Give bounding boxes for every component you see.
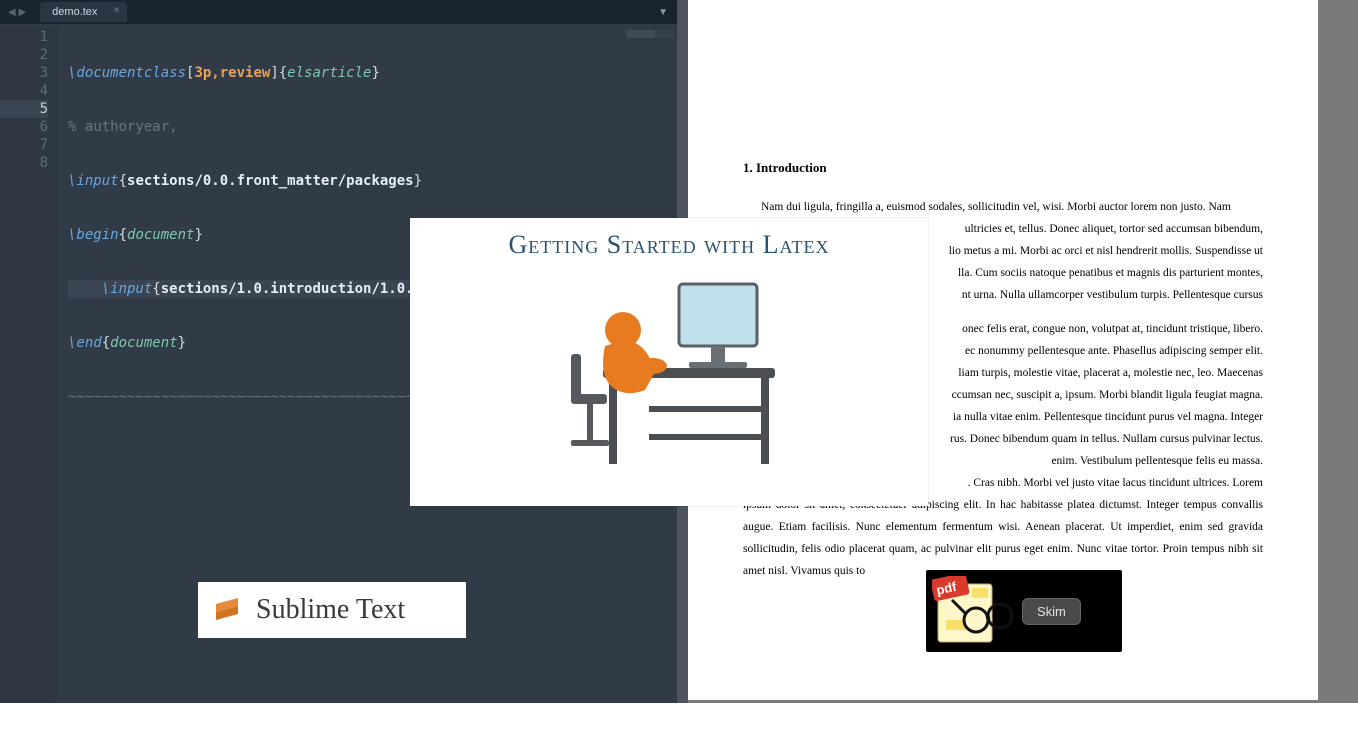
line-number-gutter: 1 2 3 4 5 6 7 8 <box>0 28 58 703</box>
skim-button[interactable]: Skim <box>1022 598 1081 625</box>
editor-tab-demo[interactable]: demo.tex × <box>40 2 127 22</box>
pdf-document-icon: pdf <box>932 576 1016 646</box>
pdf-section-heading: 1. Introduction <box>743 160 1263 176</box>
person-at-computer-icon <box>549 266 789 486</box>
sublime-logo-icon <box>212 595 242 625</box>
close-icon[interactable]: × <box>114 5 120 16</box>
minimap[interactable] <box>626 30 674 38</box>
editor-titlebar: ◀ ▶ demo.tex × ▼ <box>0 0 678 24</box>
latex-title-overlay: Getting Started with Latex <box>410 218 928 506</box>
nav-arrows[interactable]: ◀ ▶ <box>0 7 34 18</box>
skim-pdf-badge: pdf Skim <box>926 570 1122 652</box>
pdf-gutter-right <box>1318 0 1358 703</box>
chevron-down-icon[interactable]: ▼ <box>658 7 668 18</box>
sublime-label: Sublime Text <box>256 594 405 626</box>
sublime-text-badge: Sublime Text <box>198 582 466 638</box>
tab-filename: demo.tex <box>52 6 97 18</box>
latex-title-text: Getting Started with Latex <box>410 218 928 260</box>
